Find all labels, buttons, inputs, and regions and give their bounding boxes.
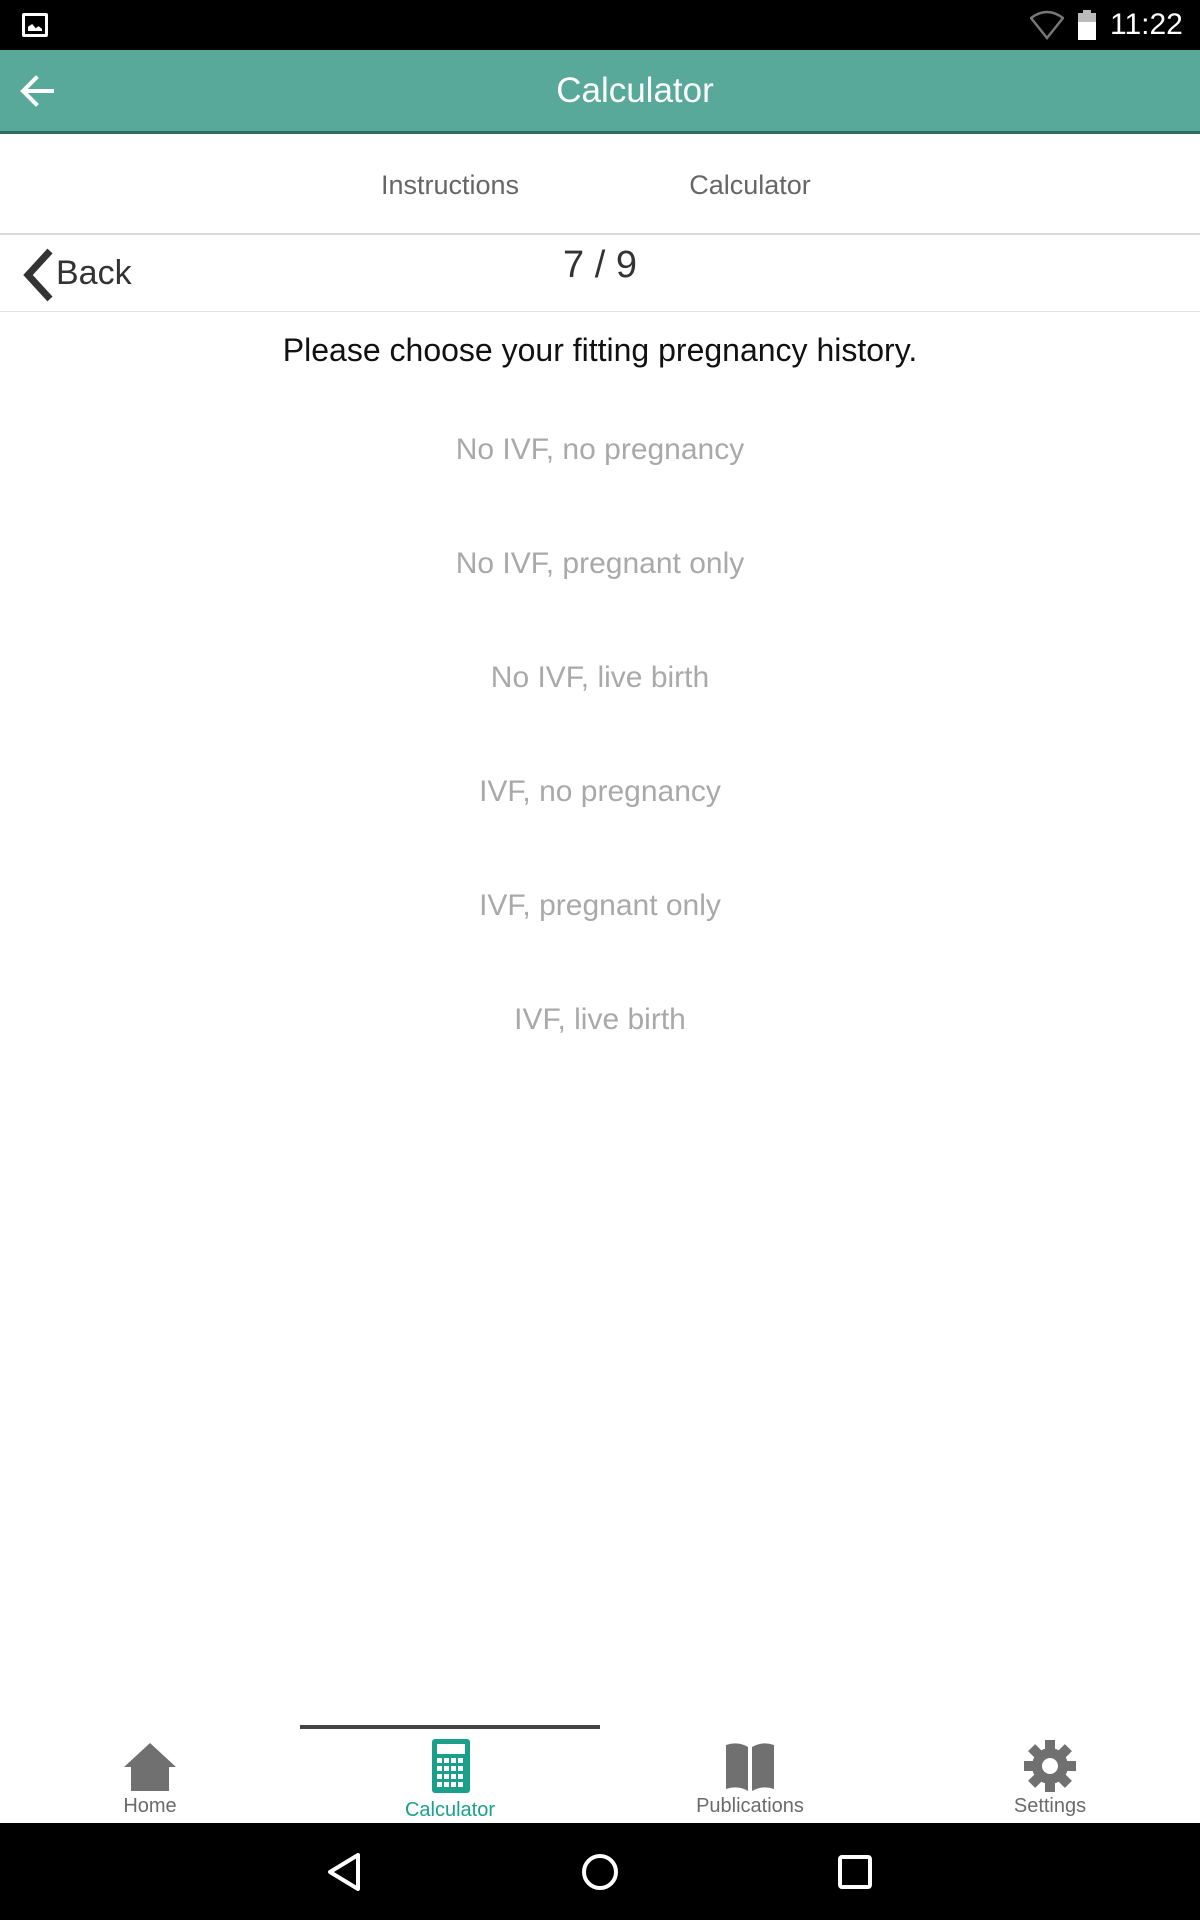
question-text: Please choose your fitting pregnancy his…: [282, 332, 918, 368]
system-nav-bar: [0, 1823, 1200, 1920]
step-counter: 7 / 9: [563, 244, 637, 286]
back-label: Back: [56, 254, 132, 292]
image-notification-icon: [22, 13, 48, 37]
option-no-ivf-live-birth[interactable]: No IVF, live birth: [300, 648, 900, 708]
nav-settings-label: Settings: [1013, 1795, 1087, 1817]
option-no-ivf-pregnant-only[interactable]: No IVF, pregnant only: [300, 534, 900, 594]
option-ivf-no-pregnancy[interactable]: IVF, no pregnancy: [300, 762, 900, 822]
status-time: 11:22: [1110, 8, 1183, 41]
back-triangle-icon[interactable]: [320, 1847, 370, 1897]
tab-instructions[interactable]: Instructions: [350, 137, 550, 233]
tab-calculator[interactable]: Calculator: [650, 137, 850, 233]
app-bar: Calculator: [0, 50, 1200, 134]
nav-home[interactable]: Home: [0, 1725, 300, 1823]
nav-publications-label: Publications: [696, 1795, 804, 1817]
nav-settings[interactable]: Settings: [900, 1725, 1200, 1823]
option-ivf-pregnant-only[interactable]: IVF, pregnant only: [300, 876, 900, 936]
page-title: Calculator: [556, 71, 714, 110]
battery-icon: [1078, 10, 1096, 40]
tab-strip: Instructions Calculator: [0, 137, 1200, 235]
back-button[interactable]: Back: [16, 241, 146, 305]
home-circle-icon[interactable]: [575, 1847, 625, 1897]
bottom-nav: Home Calculator Publications Settings: [0, 1725, 1200, 1823]
book-icon: [726, 1743, 774, 1791]
status-bar: 11:22: [0, 0, 1200, 50]
gear-icon: [1024, 1740, 1076, 1792]
recents-square-icon[interactable]: [830, 1847, 880, 1897]
chevron-left-icon: [23, 248, 53, 302]
nav-home-label: Home: [123, 1795, 177, 1817]
nav-calculator[interactable]: Calculator: [300, 1725, 600, 1823]
option-ivf-live-birth[interactable]: IVF, live birth: [300, 990, 900, 1050]
step-row: Back 7 / 9: [0, 235, 1200, 312]
wifi-icon: [1030, 10, 1064, 40]
home-icon: [124, 1743, 176, 1791]
calculator-icon: [432, 1739, 470, 1793]
nav-publications[interactable]: Publications: [600, 1725, 900, 1823]
option-no-ivf-no-pregnancy[interactable]: No IVF, no pregnancy: [300, 420, 900, 480]
nav-calculator-label: Calculator: [404, 1799, 496, 1821]
